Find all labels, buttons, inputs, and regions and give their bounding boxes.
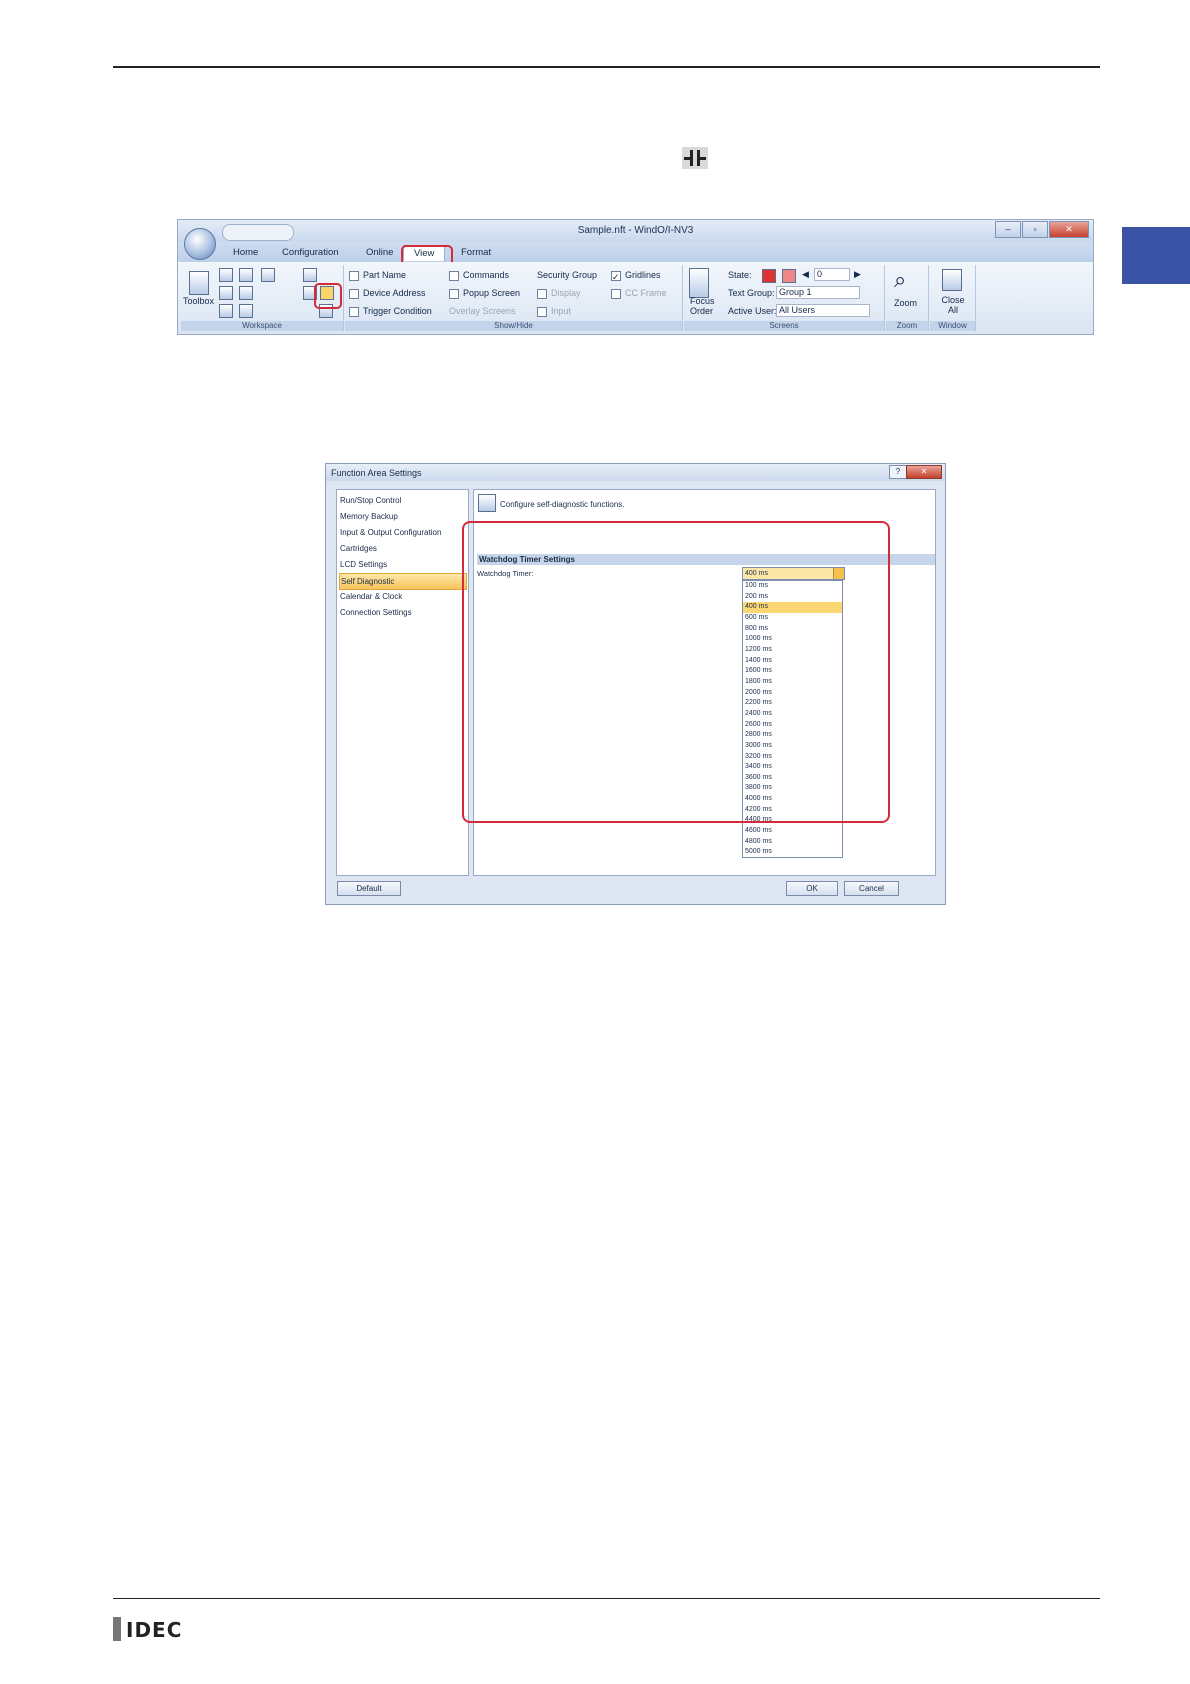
focus-order-button[interactable]: Focus Order — [690, 296, 715, 316]
part-name-checkbox[interactable]: Part Name — [349, 270, 406, 281]
state-field[interactable]: 0 — [814, 268, 850, 281]
nav-item-calendar-clock[interactable]: Calendar & Clock — [339, 589, 465, 604]
watchdog-settings-highlight — [462, 521, 890, 823]
active-user-select[interactable]: All Users — [776, 304, 870, 317]
toolbox-icon[interactable] — [189, 271, 209, 295]
tab-online[interactable]: Online — [366, 247, 393, 258]
tab-configuration[interactable]: Configuration — [282, 247, 339, 258]
option-item[interactable]: 4600 ms — [743, 826, 842, 837]
ribbon-screenshot: Sample.nft - WindO/I-NV3 – ▫ ✕ Home Conf… — [177, 219, 1094, 335]
trigger-condition-checkbox[interactable]: Trigger Condition — [349, 306, 432, 317]
minimize-icon[interactable]: – — [995, 221, 1021, 238]
window-icon[interactable] — [239, 268, 253, 282]
nav-item-connection-settings[interactable]: Connection Settings — [339, 605, 465, 620]
group-label: Screens — [684, 321, 884, 331]
idec-logo: IDEC — [126, 1618, 183, 1642]
group-zoom: ⌕ Zoom Zoom — [886, 265, 929, 331]
nav-item-io-configuration[interactable]: Input & Output Configuration — [339, 525, 465, 540]
cancel-button[interactable]: Cancel — [844, 881, 899, 896]
window-icon[interactable] — [219, 268, 233, 282]
state-off-icon[interactable] — [782, 269, 796, 283]
close-icon[interactable]: ✕ — [906, 465, 942, 479]
ribbon-tabs: Home Configuration Online View Format — [178, 242, 1093, 262]
contact-icon — [682, 147, 708, 169]
option-item[interactable]: 5000 ms — [743, 847, 842, 858]
group-label: Zoom — [886, 321, 928, 331]
active-user-label: Active User: — [728, 306, 777, 316]
pane-description: Configure self-diagnostic functions. — [500, 500, 625, 509]
popup-screen-checkbox[interactable]: Popup Screen — [449, 288, 520, 299]
group-label: Workspace — [181, 321, 343, 331]
tag-icon[interactable] — [239, 286, 253, 300]
close-all-icon[interactable] — [942, 269, 962, 291]
cc-frame-checkbox[interactable]: CC Frame — [611, 288, 667, 299]
app-menu-icon[interactable] — [184, 228, 216, 260]
input-checkbox[interactable]: Input — [537, 306, 571, 317]
quick-access-toolbar[interactable] — [222, 224, 294, 241]
bottom-rule — [113, 1598, 1100, 1599]
window-title: Sample.nft - WindO/I-NV3 — [577, 225, 694, 236]
toolbox-label[interactable]: Toolbox — [183, 296, 214, 306]
top-rule — [113, 66, 1100, 68]
option-item[interactable]: 4800 ms — [743, 837, 842, 848]
group-window: Close All Window — [930, 265, 976, 331]
zoom-icon[interactable]: ⌕ — [894, 267, 906, 293]
state-label: State: — [728, 270, 752, 280]
nav-item-run-stop-control[interactable]: Run/Stop Control — [339, 493, 465, 508]
group-screens: Focus Order State: ◀ 0 ▶ Text Group: Gro… — [684, 265, 885, 331]
logo-bar — [113, 1617, 121, 1641]
display-checkbox[interactable]: Display — [537, 288, 581, 299]
overlay-screens-label: Overlay Screens — [449, 306, 516, 316]
restore-icon[interactable]: ▫ — [1022, 221, 1048, 238]
nav-item-self-diagnostic[interactable]: Self Diagnostic — [339, 573, 467, 590]
window-icon[interactable] — [219, 304, 233, 318]
device-address-checkbox[interactable]: Device Address — [349, 288, 426, 299]
next-state-icon[interactable]: ▶ — [854, 269, 861, 280]
window-icon[interactable] — [219, 286, 233, 300]
gridlines-checkbox[interactable]: ✓ Gridlines — [611, 270, 661, 282]
close-all-button[interactable]: Close All — [938, 295, 968, 315]
commands-checkbox[interactable]: Commands — [449, 270, 509, 281]
nav-item-lcd-settings[interactable]: LCD Settings — [339, 557, 465, 572]
security-group-label: Security Group — [537, 270, 598, 280]
checklist-icon — [478, 494, 496, 512]
prev-state-icon[interactable]: ◀ — [802, 269, 809, 280]
group-label: Window — [930, 321, 975, 331]
state-on-icon[interactable] — [762, 269, 776, 283]
nav-item-memory-backup[interactable]: Memory Backup — [339, 509, 465, 524]
window-icon[interactable] — [239, 304, 253, 318]
dialog-title-bar: Function Area Settings ? ✕ — [326, 464, 945, 481]
group-label: Show/Hide — [345, 321, 682, 331]
function-area-settings-dialog: Function Area Settings ? ✕ Run/Stop Cont… — [325, 463, 946, 905]
chapter-tab — [1122, 227, 1190, 284]
tab-format[interactable]: Format — [461, 247, 491, 258]
help-icon[interactable]: ? — [889, 465, 907, 479]
focus-order-icon[interactable] — [689, 268, 709, 298]
ok-button[interactable]: OK — [786, 881, 838, 896]
zoom-button[interactable]: Zoom — [894, 298, 917, 308]
tab-home[interactable]: Home — [233, 247, 258, 258]
text-group-select[interactable]: Group 1 — [776, 286, 860, 299]
settings-nav: Run/Stop Control Memory Backup Input & O… — [336, 489, 469, 876]
window-controls: – ▫ ✕ — [995, 221, 1089, 238]
window-icon[interactable] — [261, 268, 275, 282]
default-button[interactable]: Default — [337, 881, 401, 896]
dialog-title: Function Area Settings — [331, 468, 422, 478]
group-show-hide: Part Name Device Address Trigger Conditi… — [345, 265, 683, 331]
contact-icon-highlight — [314, 283, 342, 309]
window-icon[interactable] — [303, 268, 317, 282]
close-icon[interactable]: ✕ — [1049, 221, 1089, 238]
nav-item-cartridges[interactable]: Cartridges — [339, 541, 465, 556]
text-group-label: Text Group: — [728, 288, 775, 298]
title-bar: Sample.nft - WindO/I-NV3 – ▫ ✕ — [178, 220, 1093, 242]
